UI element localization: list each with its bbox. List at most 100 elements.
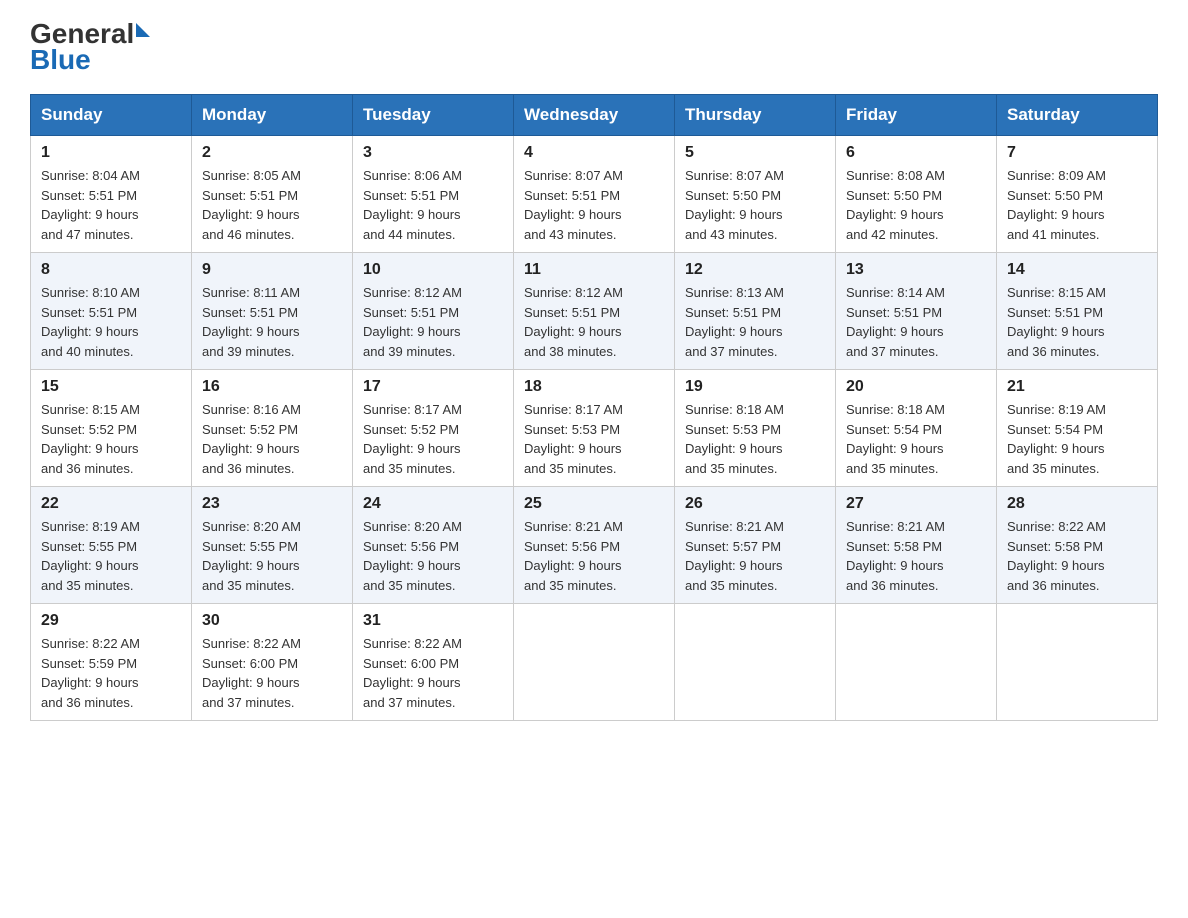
day-info: Sunrise: 8:20 AMSunset: 5:55 PMDaylight:… — [202, 517, 342, 595]
day-info: Sunrise: 8:16 AMSunset: 5:52 PMDaylight:… — [202, 400, 342, 478]
calendar-day-cell: 2 Sunrise: 8:05 AMSunset: 5:51 PMDaylight… — [192, 136, 353, 253]
day-info: Sunrise: 8:18 AMSunset: 5:53 PMDaylight:… — [685, 400, 825, 478]
calendar-table: SundayMondayTuesdayWednesdayThursdayFrid… — [30, 94, 1158, 721]
calendar-day-cell: 10 Sunrise: 8:12 AMSunset: 5:51 PMDayligh… — [353, 253, 514, 370]
calendar-day-cell: 23 Sunrise: 8:20 AMSunset: 5:55 PMDayligh… — [192, 487, 353, 604]
day-number: 28 — [1007, 495, 1147, 513]
day-number: 14 — [1007, 261, 1147, 279]
day-number: 18 — [524, 378, 664, 396]
calendar-day-cell: 17 Sunrise: 8:17 AMSunset: 5:52 PMDayligh… — [353, 370, 514, 487]
calendar-day-cell: 12 Sunrise: 8:13 AMSunset: 5:51 PMDayligh… — [675, 253, 836, 370]
day-info: Sunrise: 8:21 AMSunset: 5:56 PMDaylight:… — [524, 517, 664, 595]
day-number: 1 — [41, 144, 181, 162]
calendar-day-cell: 21Sunrise: 8:19 AMSunset: 5:54 PMDayligh… — [997, 370, 1158, 487]
calendar-week-row: 22 Sunrise: 8:19 AMSunset: 5:55 PMDayligh… — [31, 487, 1158, 604]
day-number: 30 — [202, 612, 342, 630]
day-number: 20 — [846, 378, 986, 396]
day-info: Sunrise: 8:05 AMSunset: 5:51 PMDaylight:… — [202, 166, 342, 244]
calendar-day-cell: 4 Sunrise: 8:07 AMSunset: 5:51 PMDaylight… — [514, 136, 675, 253]
day-number: 27 — [846, 495, 986, 513]
logo-arrow-icon — [136, 23, 150, 37]
day-number: 4 — [524, 144, 664, 162]
calendar-day-cell: 31 Sunrise: 8:22 AMSunset: 6:00 PMDayligh… — [353, 604, 514, 721]
calendar-week-row: 29 Sunrise: 8:22 AMSunset: 5:59 PMDayligh… — [31, 604, 1158, 721]
calendar-day-cell: 14Sunrise: 8:15 AMSunset: 5:51 PMDayligh… — [997, 253, 1158, 370]
day-info: Sunrise: 8:06 AMSunset: 5:51 PMDaylight:… — [363, 166, 503, 244]
calendar-header-tuesday: Tuesday — [353, 95, 514, 136]
calendar-empty-cell — [675, 604, 836, 721]
day-info: Sunrise: 8:19 AMSunset: 5:55 PMDaylight:… — [41, 517, 181, 595]
calendar-day-cell: 30 Sunrise: 8:22 AMSunset: 6:00 PMDayligh… — [192, 604, 353, 721]
calendar-day-cell: 6Sunrise: 8:08 AMSunset: 5:50 PMDaylight… — [836, 136, 997, 253]
calendar-week-row: 1Sunrise: 8:04 AMSunset: 5:51 PMDaylight… — [31, 136, 1158, 253]
calendar-day-cell: 5Sunrise: 8:07 AMSunset: 5:50 PMDaylight… — [675, 136, 836, 253]
day-info: Sunrise: 8:07 AMSunset: 5:51 PMDaylight:… — [524, 166, 664, 244]
calendar-header-sunday: Sunday — [31, 95, 192, 136]
calendar-header-thursday: Thursday — [675, 95, 836, 136]
day-info: Sunrise: 8:17 AMSunset: 5:52 PMDaylight:… — [363, 400, 503, 478]
calendar-empty-cell — [836, 604, 997, 721]
calendar-day-cell: 26 Sunrise: 8:21 AMSunset: 5:57 PMDayligh… — [675, 487, 836, 604]
day-number: 3 — [363, 144, 503, 162]
logo: General Blue — [30, 20, 150, 74]
calendar-header-friday: Friday — [836, 95, 997, 136]
calendar-header-wednesday: Wednesday — [514, 95, 675, 136]
day-info: Sunrise: 8:14 AMSunset: 5:51 PMDaylight:… — [846, 283, 986, 361]
day-info: Sunrise: 8:22 AMSunset: 5:58 PMDaylight:… — [1007, 517, 1147, 595]
day-number: 10 — [363, 261, 503, 279]
calendar-empty-cell — [997, 604, 1158, 721]
calendar-day-cell: 24 Sunrise: 8:20 AMSunset: 5:56 PMDayligh… — [353, 487, 514, 604]
day-number: 15 — [41, 378, 181, 396]
calendar-header-saturday: Saturday — [997, 95, 1158, 136]
calendar-header-monday: Monday — [192, 95, 353, 136]
calendar-week-row: 15 Sunrise: 8:15 AMSunset: 5:52 PMDayligh… — [31, 370, 1158, 487]
calendar-day-cell: 7Sunrise: 8:09 AMSunset: 5:50 PMDaylight… — [997, 136, 1158, 253]
day-info: Sunrise: 8:21 AMSunset: 5:58 PMDaylight:… — [846, 517, 986, 595]
day-number: 7 — [1007, 144, 1147, 162]
calendar-day-cell: 20 Sunrise: 8:18 AMSunset: 5:54 PMDayligh… — [836, 370, 997, 487]
day-number: 31 — [363, 612, 503, 630]
day-info: Sunrise: 8:15 AMSunset: 5:52 PMDaylight:… — [41, 400, 181, 478]
day-info: Sunrise: 8:12 AMSunset: 5:51 PMDaylight:… — [363, 283, 503, 361]
calendar-day-cell: 16Sunrise: 8:16 AMSunset: 5:52 PMDayligh… — [192, 370, 353, 487]
day-number: 8 — [41, 261, 181, 279]
day-info: Sunrise: 8:22 AMSunset: 6:00 PMDaylight:… — [202, 634, 342, 712]
calendar-day-cell: 13 Sunrise: 8:14 AMSunset: 5:51 PMDayligh… — [836, 253, 997, 370]
day-number: 24 — [363, 495, 503, 513]
day-info: Sunrise: 8:13 AMSunset: 5:51 PMDaylight:… — [685, 283, 825, 361]
day-number: 21 — [1007, 378, 1147, 396]
calendar-empty-cell — [514, 604, 675, 721]
day-number: 29 — [41, 612, 181, 630]
calendar-day-cell: 1Sunrise: 8:04 AMSunset: 5:51 PMDaylight… — [31, 136, 192, 253]
day-info: Sunrise: 8:22 AMSunset: 6:00 PMDaylight:… — [363, 634, 503, 712]
day-number: 22 — [41, 495, 181, 513]
day-number: 12 — [685, 261, 825, 279]
calendar-day-cell: 18 Sunrise: 8:17 AMSunset: 5:53 PMDayligh… — [514, 370, 675, 487]
day-info: Sunrise: 8:17 AMSunset: 5:53 PMDaylight:… — [524, 400, 664, 478]
day-number: 9 — [202, 261, 342, 279]
day-number: 26 — [685, 495, 825, 513]
calendar-day-cell: 25Sunrise: 8:21 AMSunset: 5:56 PMDayligh… — [514, 487, 675, 604]
day-number: 2 — [202, 144, 342, 162]
day-number: 19 — [685, 378, 825, 396]
day-number: 11 — [524, 261, 664, 279]
day-info: Sunrise: 8:12 AMSunset: 5:51 PMDaylight:… — [524, 283, 664, 361]
day-number: 23 — [202, 495, 342, 513]
day-info: Sunrise: 8:20 AMSunset: 5:56 PMDaylight:… — [363, 517, 503, 595]
calendar-day-cell: 8Sunrise: 8:10 AMSunset: 5:51 PMDaylight… — [31, 253, 192, 370]
calendar-header-row: SundayMondayTuesdayWednesdayThursdayFrid… — [31, 95, 1158, 136]
day-number: 5 — [685, 144, 825, 162]
day-info: Sunrise: 8:18 AMSunset: 5:54 PMDaylight:… — [846, 400, 986, 478]
calendar-day-cell: 28 Sunrise: 8:22 AMSunset: 5:58 PMDayligh… — [997, 487, 1158, 604]
logo-blue-text: Blue — [30, 46, 150, 74]
day-number: 17 — [363, 378, 503, 396]
calendar-week-row: 8Sunrise: 8:10 AMSunset: 5:51 PMDaylight… — [31, 253, 1158, 370]
day-number: 6 — [846, 144, 986, 162]
day-number: 13 — [846, 261, 986, 279]
calendar-day-cell: 19 Sunrise: 8:18 AMSunset: 5:53 PMDayligh… — [675, 370, 836, 487]
day-info: Sunrise: 8:21 AMSunset: 5:57 PMDaylight:… — [685, 517, 825, 595]
calendar-day-cell: 27 Sunrise: 8:21 AMSunset: 5:58 PMDayligh… — [836, 487, 997, 604]
day-info: Sunrise: 8:11 AMSunset: 5:51 PMDaylight:… — [202, 283, 342, 361]
calendar-day-cell: 11 Sunrise: 8:12 AMSunset: 5:51 PMDayligh… — [514, 253, 675, 370]
day-info: Sunrise: 8:22 AMSunset: 5:59 PMDaylight:… — [41, 634, 181, 712]
